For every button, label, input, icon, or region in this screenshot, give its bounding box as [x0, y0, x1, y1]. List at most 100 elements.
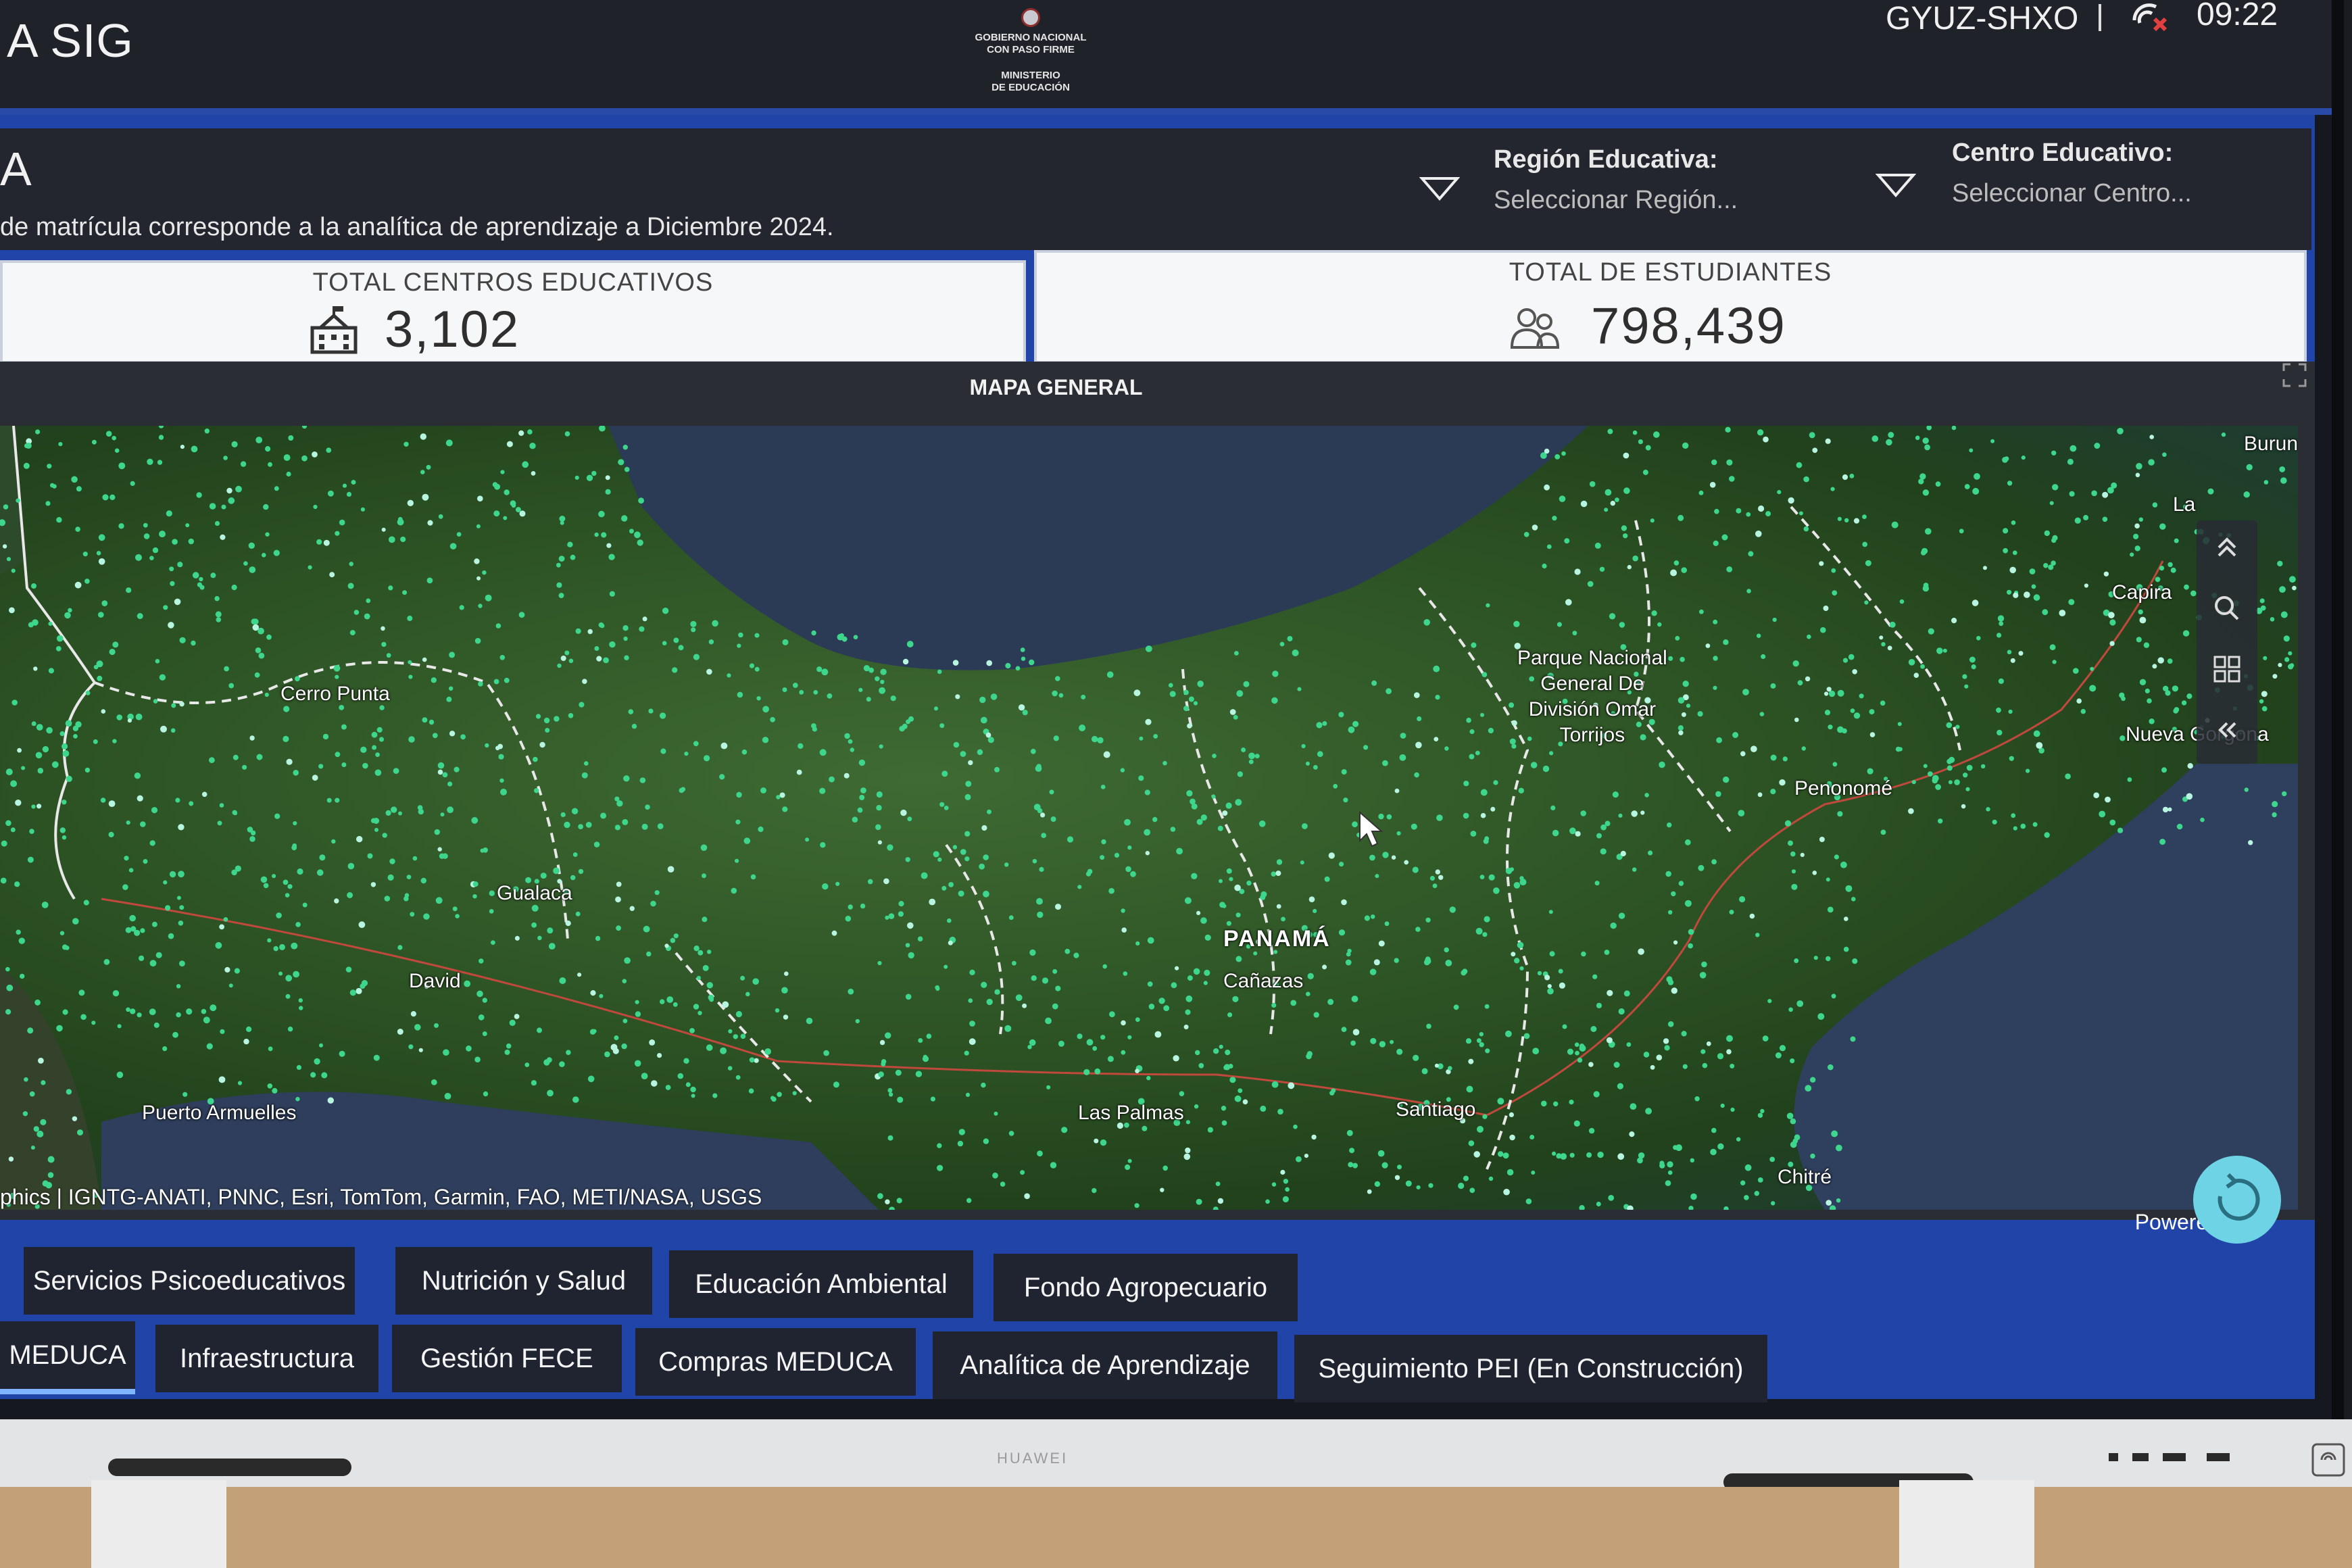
- school-location-dot[interactable]: [48, 668, 54, 674]
- school-location-dot[interactable]: [295, 676, 300, 682]
- school-location-dot[interactable]: [191, 640, 196, 646]
- school-location-dot[interactable]: [1738, 810, 1745, 816]
- school-location-dot[interactable]: [1484, 916, 1490, 923]
- school-location-dot[interactable]: [0, 519, 6, 526]
- school-location-dot[interactable]: [1042, 977, 1049, 984]
- school-location-dot[interactable]: [1552, 516, 1557, 521]
- school-location-dot[interactable]: [388, 585, 393, 591]
- school-location-dot[interactable]: [1711, 459, 1717, 466]
- school-location-dot[interactable]: [697, 1010, 702, 1015]
- school-location-dot[interactable]: [1717, 1143, 1724, 1150]
- school-location-dot[interactable]: [437, 847, 442, 852]
- school-location-dot[interactable]: [215, 611, 222, 618]
- school-location-dot[interactable]: [1058, 1040, 1064, 1047]
- school-location-dot[interactable]: [599, 994, 604, 998]
- school-location-dot[interactable]: [2157, 657, 2164, 664]
- school-location-dot[interactable]: [2200, 817, 2205, 823]
- school-location-dot[interactable]: [641, 823, 648, 830]
- school-location-dot[interactable]: [1610, 500, 1615, 506]
- school-location-dot[interactable]: [595, 935, 601, 941]
- school-location-dot[interactable]: [267, 938, 272, 943]
- school-location-dot[interactable]: [1367, 1189, 1372, 1194]
- school-location-dot[interactable]: [56, 1025, 63, 1032]
- school-location-dot[interactable]: [204, 428, 210, 434]
- school-location-dot[interactable]: [777, 1092, 782, 1098]
- school-location-dot[interactable]: [1481, 672, 1488, 677]
- school-location-dot[interactable]: [859, 795, 865, 800]
- school-location-dot[interactable]: [979, 696, 986, 704]
- school-location-dot[interactable]: [1686, 704, 1691, 708]
- school-location-dot[interactable]: [1411, 823, 1417, 830]
- school-location-dot[interactable]: [1185, 1120, 1190, 1125]
- school-location-dot[interactable]: [402, 590, 408, 595]
- school-location-dot[interactable]: [1786, 1112, 1794, 1119]
- school-location-dot[interactable]: [1135, 1017, 1140, 1022]
- school-location-dot[interactable]: [1819, 837, 1825, 842]
- school-location-dot[interactable]: [622, 979, 627, 983]
- school-location-dot[interactable]: [440, 812, 445, 817]
- tab-seguimiento-pei[interactable]: Seguimiento PEI (En Construcción): [1294, 1335, 1767, 1402]
- school-location-dot[interactable]: [287, 884, 293, 889]
- school-location-dot[interactable]: [867, 879, 873, 885]
- school-location-dot[interactable]: [1826, 956, 1831, 962]
- school-location-dot[interactable]: [1370, 914, 1375, 919]
- school-location-dot[interactable]: [122, 884, 128, 890]
- school-location-dot[interactable]: [969, 969, 975, 975]
- school-location-dot[interactable]: [1135, 1069, 1140, 1073]
- school-location-dot[interactable]: [2109, 641, 2115, 646]
- school-location-dot[interactable]: [1185, 995, 1193, 1002]
- school-location-dot[interactable]: [1827, 906, 1834, 913]
- school-location-dot[interactable]: [1083, 1069, 1090, 1075]
- school-location-dot[interactable]: [452, 906, 458, 912]
- school-location-dot[interactable]: [1466, 717, 1471, 723]
- school-location-dot[interactable]: [509, 1019, 516, 1026]
- school-location-dot[interactable]: [664, 944, 669, 948]
- school-location-dot[interactable]: [1976, 635, 1981, 641]
- school-location-dot[interactable]: [2139, 679, 2147, 685]
- school-location-dot[interactable]: [1926, 426, 1932, 431]
- school-location-dot[interactable]: [1680, 656, 1685, 662]
- school-location-dot[interactable]: [1485, 1048, 1490, 1054]
- school-location-dot[interactable]: [2103, 571, 2109, 577]
- school-location-dot[interactable]: [1377, 1150, 1385, 1157]
- school-location-dot[interactable]: [2282, 791, 2287, 797]
- school-location-dot[interactable]: [196, 492, 202, 498]
- school-location-dot[interactable]: [1657, 622, 1662, 627]
- map-attribution[interactable]: phics | IGNTG-ANATI, PNNC, Esri, TomTom,…: [0, 1185, 762, 1210]
- school-location-dot[interactable]: [169, 871, 176, 878]
- school-location-dot[interactable]: [2051, 538, 2057, 543]
- school-location-dot[interactable]: [812, 727, 817, 732]
- school-location-dot[interactable]: [1415, 927, 1421, 932]
- school-location-dot[interactable]: [598, 510, 605, 518]
- school-location-dot[interactable]: [1463, 781, 1469, 787]
- school-location-dot[interactable]: [1828, 1064, 1834, 1071]
- school-location-dot[interactable]: [2159, 839, 2166, 845]
- school-location-dot[interactable]: [1948, 780, 1953, 785]
- school-location-dot[interactable]: [62, 800, 67, 805]
- school-location-dot[interactable]: [493, 679, 499, 685]
- school-location-dot[interactable]: [1959, 529, 1964, 534]
- school-location-dot[interactable]: [235, 485, 242, 493]
- school-location-dot[interactable]: [243, 1038, 249, 1045]
- school-location-dot[interactable]: [1843, 946, 1849, 952]
- school-location-dot[interactable]: [1293, 1124, 1298, 1129]
- school-location-dot[interactable]: [29, 829, 34, 834]
- school-location-dot[interactable]: [1898, 747, 1903, 752]
- school-location-dot[interactable]: [1281, 916, 1285, 922]
- school-location-dot[interactable]: [176, 1012, 181, 1018]
- school-location-dot[interactable]: [2109, 819, 2116, 826]
- school-location-dot[interactable]: [24, 1077, 28, 1082]
- school-location-dot[interactable]: [178, 921, 184, 926]
- school-location-dot[interactable]: [1513, 882, 1521, 889]
- school-location-dot[interactable]: [41, 1080, 46, 1085]
- school-location-dot[interactable]: [224, 666, 229, 672]
- school-location-dot[interactable]: [224, 966, 230, 973]
- school-location-dot[interactable]: [1607, 989, 1613, 996]
- school-location-dot[interactable]: [930, 1096, 935, 1102]
- school-location-dot[interactable]: [66, 1089, 72, 1095]
- school-location-dot[interactable]: [1548, 910, 1553, 914]
- school-location-dot[interactable]: [994, 1111, 998, 1116]
- school-location-dot[interactable]: [214, 520, 220, 526]
- school-location-dot[interactable]: [2272, 812, 2277, 818]
- school-location-dot[interactable]: [228, 683, 235, 689]
